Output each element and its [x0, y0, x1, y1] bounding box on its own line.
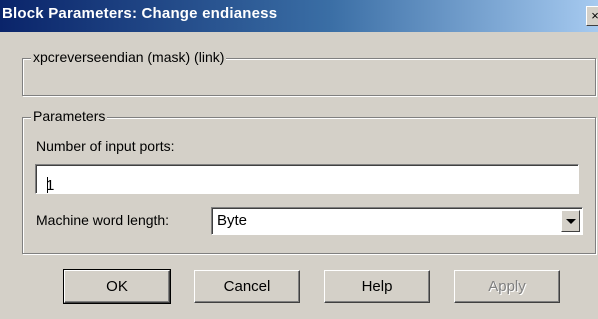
word-length-value: Byte: [217, 212, 248, 229]
chevron-down-icon[interactable]: [561, 210, 580, 232]
parameters-group-label: Parameters: [31, 108, 108, 124]
mask-group-label: xpcreverseendian (mask) (link): [31, 49, 227, 65]
text-caret: [47, 177, 48, 193]
apply-button[interactable]: Apply: [454, 270, 560, 303]
title-bar: Block Parameters: Change endianess ×: [0, 0, 598, 32]
window-title: Block Parameters: Change endianess: [2, 5, 278, 22]
ok-button[interactable]: OK: [63, 269, 171, 304]
word-length-label: Machine word length:: [36, 212, 170, 228]
cancel-button[interactable]: Cancel: [194, 270, 300, 303]
input-ports-label: Number of input ports:: [36, 138, 175, 154]
word-length-dropdown[interactable]: Byte: [211, 207, 583, 235]
close-button[interactable]: ×: [586, 6, 598, 26]
input-ports-field[interactable]: 1: [35, 164, 579, 194]
close-icon: ×: [591, 8, 598, 23]
help-button[interactable]: Help: [324, 270, 430, 303]
